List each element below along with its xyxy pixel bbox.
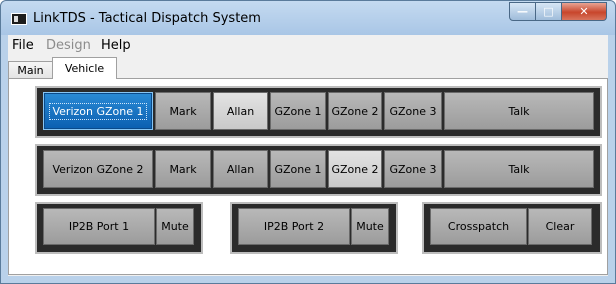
talk-button[interactable]: Talk bbox=[444, 92, 594, 130]
allan-button[interactable]: Allan bbox=[213, 150, 268, 188]
close-button[interactable]: ✕ bbox=[562, 2, 607, 21]
tab-strip: Main Vehicle bbox=[8, 56, 608, 79]
port-2-group: IP2B Port 2 Mute bbox=[230, 202, 398, 254]
client-area: File Design Help Main Vehicle Verizon GZ… bbox=[8, 35, 608, 276]
mute-2-button[interactable]: Mute bbox=[351, 208, 389, 245]
channel-row-1: Verizon GZone 1 Mark Allan GZone 1 GZone… bbox=[35, 86, 602, 138]
crosspatch-group: Crosspatch Clear bbox=[422, 202, 602, 254]
gzone-3-button[interactable]: GZone 3 bbox=[384, 150, 442, 188]
maximize-button[interactable]: □ bbox=[536, 2, 562, 21]
channel-button[interactable]: Verizon GZone 2 bbox=[43, 150, 153, 188]
gzone-2-button[interactable]: GZone 2 bbox=[328, 150, 382, 188]
gzone-1-button[interactable]: GZone 1 bbox=[270, 92, 326, 130]
menu-file[interactable]: File bbox=[12, 38, 34, 53]
channel-button[interactable]: Verizon GZone 1 bbox=[43, 92, 153, 130]
gzone-2-button[interactable]: GZone 2 bbox=[328, 92, 382, 130]
port-1-group: IP2B Port 1 Mute bbox=[35, 202, 203, 254]
talk-button[interactable]: Talk bbox=[444, 150, 594, 188]
app-window: LinkTDS - Tactical Dispatch System — □ ✕… bbox=[0, 0, 616, 284]
mark-button[interactable]: Mark bbox=[155, 150, 211, 188]
vehicle-panel: Verizon GZone 1 Mark Allan GZone 1 GZone… bbox=[8, 78, 608, 275]
tab-vehicle[interactable]: Vehicle bbox=[52, 57, 117, 79]
clear-button[interactable]: Clear bbox=[528, 208, 592, 245]
ip2b-port-1-button[interactable]: IP2B Port 1 bbox=[43, 208, 155, 245]
crosspatch-button[interactable]: Crosspatch bbox=[430, 208, 527, 245]
title-bar[interactable]: LinkTDS - Tactical Dispatch System — □ ✕ bbox=[1, 1, 615, 35]
tab-main[interactable]: Main bbox=[8, 61, 53, 78]
app-icon bbox=[11, 13, 27, 25]
menu-help[interactable]: Help bbox=[101, 38, 131, 53]
window-title: LinkTDS - Tactical Dispatch System bbox=[33, 11, 261, 26]
gzone-3-button[interactable]: GZone 3 bbox=[384, 92, 442, 130]
mute-1-button[interactable]: Mute bbox=[156, 208, 194, 245]
minimize-button[interactable]: — bbox=[509, 2, 536, 21]
allan-button[interactable]: Allan bbox=[213, 92, 268, 130]
channel-row-2: Verizon GZone 2 Mark Allan GZone 1 GZone… bbox=[35, 144, 602, 196]
window-controls: — □ ✕ bbox=[509, 2, 607, 22]
ip2b-port-2-button[interactable]: IP2B Port 2 bbox=[238, 208, 350, 245]
menu-bar: File Design Help bbox=[8, 35, 608, 56]
mark-button[interactable]: Mark bbox=[155, 92, 211, 130]
menu-design: Design bbox=[46, 38, 91, 53]
gzone-1-button[interactable]: GZone 1 bbox=[270, 150, 326, 188]
